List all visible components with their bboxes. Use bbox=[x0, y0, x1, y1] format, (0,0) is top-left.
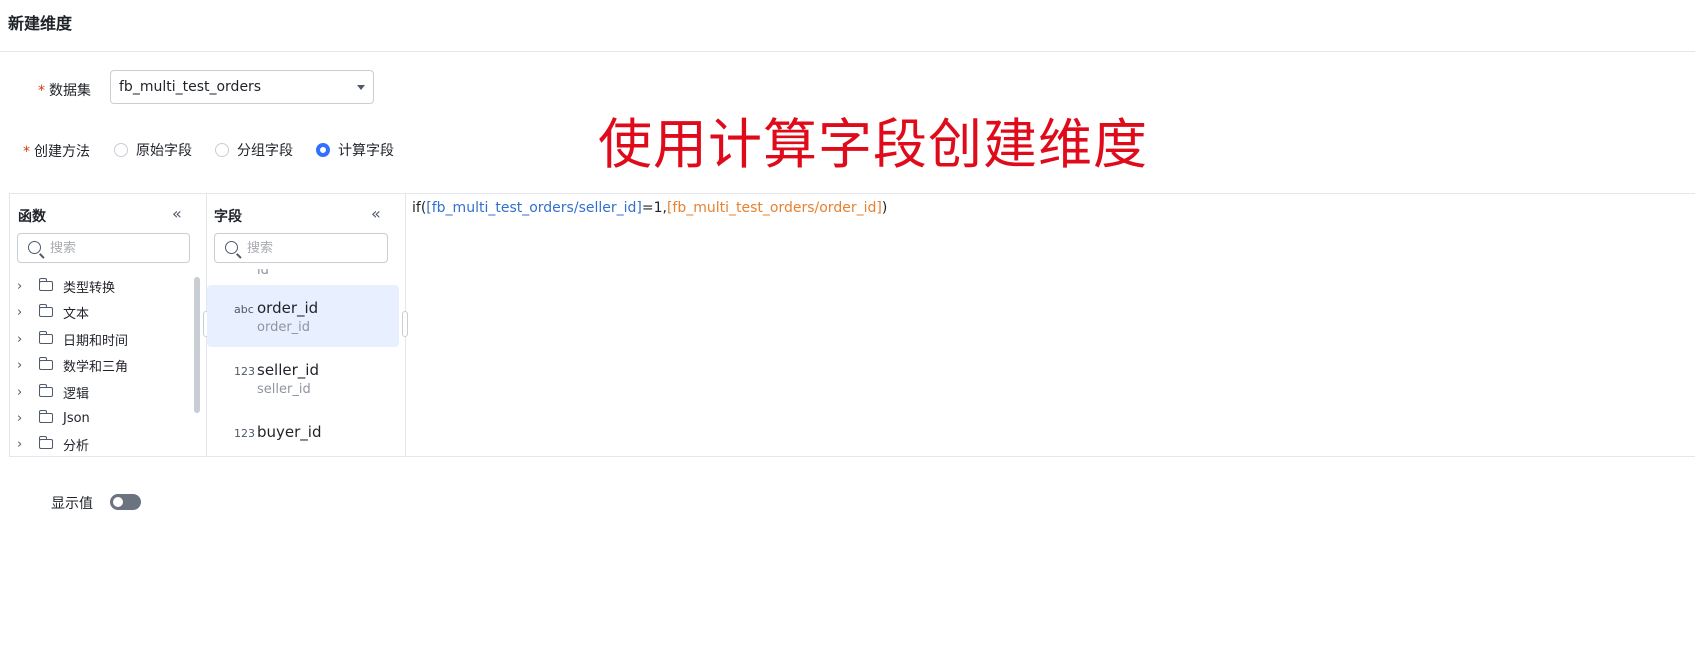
display-value-label: 显示值 bbox=[51, 496, 93, 512]
formula-editor[interactable]: if([fb_multi_test_orders/seller_id]=1,[f… bbox=[406, 193, 1695, 457]
chevron-right-icon: › bbox=[17, 357, 23, 373]
function-category-logic[interactable]: › 逻辑 bbox=[17, 381, 89, 403]
function-category-text[interactable]: › 文本 bbox=[17, 301, 89, 323]
formula-field-ref-order-id: [fb_multi_test_orders/order_id] bbox=[666, 200, 882, 216]
caret-down-icon bbox=[357, 85, 365, 90]
radio-circle-checked bbox=[316, 143, 330, 157]
toggle-knob bbox=[113, 497, 123, 507]
radio-original-field[interactable]: 原始字段 bbox=[114, 141, 192, 159]
number-type-icon: 123 bbox=[234, 427, 255, 440]
folder-icon bbox=[39, 278, 53, 291]
formula-text[interactable]: if([fb_multi_test_orders/seller_id]=1,[f… bbox=[412, 200, 887, 216]
text-type-icon: abc bbox=[234, 303, 254, 316]
chevron-right-icon: › bbox=[17, 436, 23, 452]
field-name: order_id bbox=[257, 299, 319, 317]
number-type-icon: 123 bbox=[234, 365, 255, 378]
functions-scrollbar[interactable] bbox=[194, 277, 200, 452]
folder-icon bbox=[39, 357, 53, 370]
search-icon bbox=[28, 241, 41, 254]
field-item-order-id[interactable]: abc order_id order_id bbox=[207, 285, 399, 347]
functions-panel-title: 函数 bbox=[18, 209, 46, 225]
dataset-select-value: fb_multi_test_orders bbox=[119, 79, 262, 95]
functions-search[interactable] bbox=[17, 233, 190, 263]
method-label: * 创建方法 bbox=[23, 144, 90, 160]
function-category-math[interactable]: › 数学和三角 bbox=[17, 354, 128, 376]
fields-panel-title: 字段 bbox=[214, 209, 242, 225]
field-item-buyer-id[interactable]: 123 buyer_id bbox=[207, 409, 399, 457]
fields-search[interactable] bbox=[214, 233, 388, 263]
formula-token-if: if( bbox=[412, 200, 427, 216]
functions-search-input[interactable] bbox=[50, 238, 180, 258]
chevron-right-icon: › bbox=[17, 278, 23, 294]
chevron-right-icon: › bbox=[17, 410, 23, 426]
search-icon bbox=[225, 241, 238, 254]
formula-field-ref-seller-id: [fb_multi_test_orders/seller_id] bbox=[426, 200, 642, 216]
required-mark: * bbox=[23, 144, 30, 160]
field-item-seller-id[interactable]: 123 seller_id seller_id bbox=[207, 347, 399, 409]
radio-circle bbox=[215, 143, 229, 157]
field-alias: seller_id bbox=[257, 382, 311, 397]
folder-icon bbox=[39, 304, 53, 317]
annotation-text: 使用计算字段创建维度 bbox=[598, 113, 1148, 176]
fields-panel: 字段 « id abc order_id order_id 123 seller… bbox=[207, 193, 408, 457]
folder-icon bbox=[39, 436, 53, 449]
field-name: seller_id bbox=[257, 361, 319, 379]
required-mark: * bbox=[38, 83, 45, 99]
radio-group-field[interactable]: 分组字段 bbox=[215, 141, 293, 159]
fields-search-input[interactable] bbox=[247, 238, 377, 258]
function-category-json[interactable]: › Json bbox=[17, 407, 90, 429]
formula-token-operator: =1, bbox=[641, 200, 667, 216]
dataset-select[interactable]: fb_multi_test_orders bbox=[110, 70, 374, 104]
scrollbar-thumb[interactable] bbox=[194, 277, 200, 413]
field-name: buyer_id bbox=[257, 423, 322, 441]
chevron-right-icon: › bbox=[17, 384, 23, 400]
folder-icon bbox=[39, 331, 53, 344]
field-list: id abc order_id order_id 123 seller_id s… bbox=[207, 269, 406, 457]
function-category-datetime[interactable]: › 日期和时间 bbox=[17, 328, 128, 350]
chevron-right-icon: › bbox=[17, 304, 23, 320]
folder-icon bbox=[39, 384, 53, 397]
folder-icon bbox=[39, 410, 53, 423]
field-alias: order_id bbox=[257, 320, 311, 335]
collapse-left-icon[interactable]: « bbox=[371, 204, 381, 223]
dataset-label: * 数据集 bbox=[38, 83, 91, 99]
field-alias: id bbox=[257, 269, 269, 278]
function-category-analysis[interactable]: › 分析 bbox=[17, 433, 89, 455]
functions-panel: 函数 « › 类型转换 › 文本 › 日期和时间 › 数学和三角 › 逻辑 › … bbox=[9, 193, 209, 457]
radio-calculated-field[interactable]: 计算字段 bbox=[316, 141, 394, 159]
formula-token-close: ) bbox=[881, 200, 888, 216]
collapse-left-icon[interactable]: « bbox=[172, 204, 182, 223]
radio-circle bbox=[114, 143, 128, 157]
page-title: 新建维度 bbox=[8, 14, 73, 33]
chevron-right-icon: › bbox=[17, 331, 23, 347]
function-category-type-conversion[interactable]: › 类型转换 bbox=[17, 275, 115, 297]
display-value-toggle[interactable] bbox=[110, 494, 141, 510]
page-header: 新建维度 bbox=[0, 0, 1695, 52]
